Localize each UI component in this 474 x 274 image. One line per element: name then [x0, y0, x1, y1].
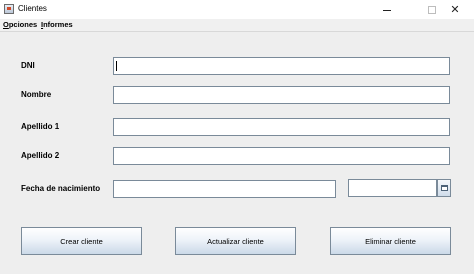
menu-opciones[interactable]: Opciones: [3, 19, 37, 31]
dni-label: DNI: [21, 61, 35, 70]
minimize-icon: [383, 10, 391, 11]
menu-bar: Opciones Informes: [0, 19, 474, 31]
maximize-icon: [428, 5, 436, 14]
apellido1-label: Apellido 1: [21, 122, 60, 131]
close-icon: ✕: [450, 3, 460, 16]
update-client-button[interactable]: Actualizar cliente: [175, 227, 296, 255]
minimize-button[interactable]: [368, 0, 406, 19]
text-caret: [116, 61, 117, 71]
date-picker-field[interactable]: [348, 179, 437, 197]
window-title: Clientes: [18, 4, 47, 13]
apellido2-label: Apellido 2: [21, 151, 60, 160]
calendar-icon: [441, 185, 448, 191]
java-app-icon: [4, 4, 14, 14]
title-bar: Clientes ✕: [0, 0, 474, 19]
fecha-nacimiento-label: Fecha de nacimiento: [21, 184, 101, 193]
fecha-nacimiento-field[interactable]: [113, 180, 336, 198]
menu-informes[interactable]: Informes: [41, 19, 73, 31]
create-client-button[interactable]: Crear cliente: [21, 227, 142, 255]
dni-field[interactable]: [113, 57, 450, 75]
apellido2-field[interactable]: [113, 147, 450, 165]
apellido1-field[interactable]: [113, 118, 450, 136]
nombre-label: Nombre: [21, 90, 52, 99]
nombre-field[interactable]: [113, 86, 450, 104]
close-button[interactable]: ✕: [436, 0, 474, 19]
calendar-button[interactable]: [437, 179, 451, 197]
delete-client-button[interactable]: Eliminar cliente: [330, 227, 451, 255]
